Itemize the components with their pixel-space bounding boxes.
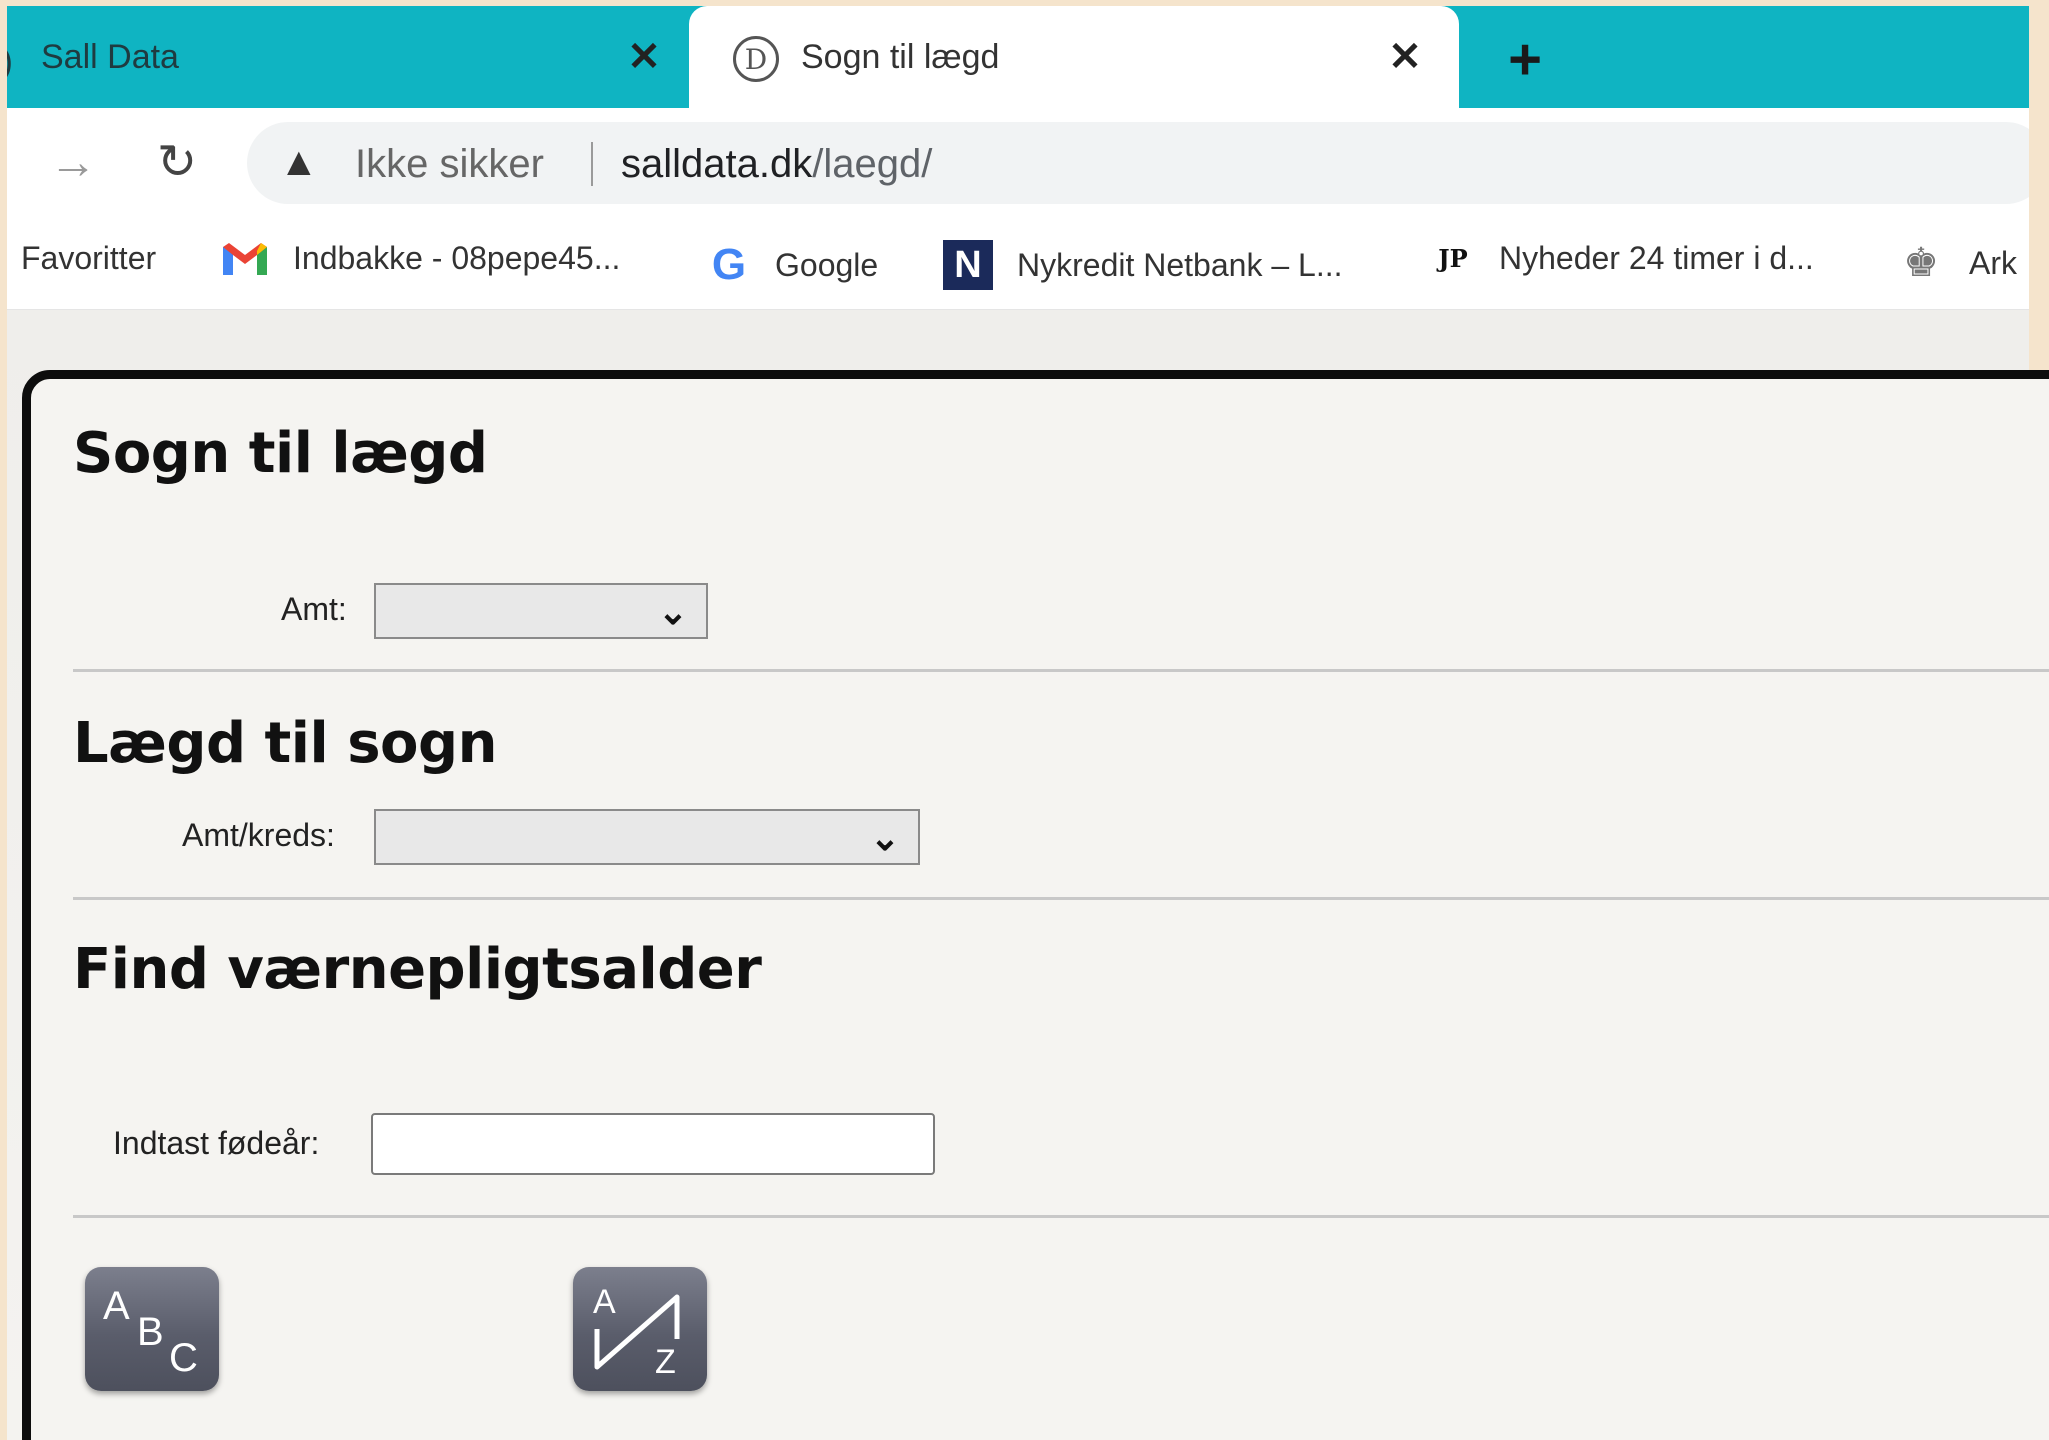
bookmark-jp[interactable]: JP Nyheder 24 timer i d... — [1431, 240, 1814, 277]
section-title-laegd-til-sogn: Lægd til sogn — [73, 711, 497, 776]
crown-icon: ♚ — [1903, 241, 1939, 285]
bookmark-label: Favoritter — [21, 240, 157, 276]
bookmark-label: Nykredit Netbank – L... — [1017, 246, 1343, 283]
chevron-down-icon: ⌄ — [869, 817, 900, 858]
birth-year-label: Indtast fødeår: — [113, 1125, 320, 1161]
section-title-vaernepligtsalder: Find værnepligtsalder — [73, 937, 762, 1002]
tab-title: Sall Data — [41, 37, 179, 76]
bookmark-label: Nyheder 24 timer i d... — [1499, 240, 1814, 276]
new-tab-plus-icon[interactable]: + — [1497, 31, 1553, 89]
jp-icon: JP — [1438, 244, 1468, 273]
tab-sogn-til-laegd[interactable]: D Sogn til lægd ✕ — [689, 6, 1459, 108]
tab-strip: ) Sall Data ✕ D Sogn til lægd ✕ + — [7, 6, 2029, 108]
divider — [591, 142, 593, 186]
reload-icon[interactable]: ↻ — [149, 134, 205, 190]
divider — [73, 669, 2049, 672]
amt-kreds-select[interactable]: ⌄ — [374, 809, 920, 865]
url-text[interactable]: salldata.dk/laegd/ — [621, 142, 932, 187]
forward-arrow-icon[interactable]: → — [45, 134, 101, 190]
amt-kreds-label: Amt/kreds: — [182, 817, 335, 853]
bookmark-google[interactable]: G Google — [707, 240, 878, 290]
bookmark-nykredit[interactable]: N Nykredit Netbank – L... — [943, 240, 1342, 290]
divider — [73, 897, 2049, 900]
nykredit-icon: N — [943, 240, 993, 290]
google-icon: G — [711, 240, 747, 289]
az-glyph: Z — [655, 1343, 676, 1381]
url-host: salldata.dk — [621, 142, 813, 186]
divider — [73, 1215, 2049, 1218]
bookmark-label: Ark — [1969, 244, 2017, 281]
abc-sort-icon: A B C — [103, 1284, 198, 1380]
abc-glyph: A — [103, 1284, 130, 1328]
bookmarks-bar: Favoritter Indbakke - 08pepe45... G Goog… — [7, 214, 2029, 310]
warning-triangle-icon[interactable]: ▲ — [279, 140, 319, 185]
amt-select[interactable]: ⌄ — [374, 583, 708, 639]
az-sort-icon: A Z — [593, 1283, 680, 1381]
tab-sall-data[interactable]: ) Sall Data ✕ — [7, 6, 687, 108]
bookmark-gmail[interactable]: Indbakke - 08pepe45... — [221, 240, 620, 277]
bookmark-label: Indbakke - 08pepe45... — [293, 240, 621, 276]
close-icon[interactable]: ✕ — [1382, 34, 1428, 80]
bookmark-label: Google — [775, 246, 879, 283]
favicon-fragment-icon: ) — [7, 40, 13, 82]
salldata-favicon-icon: D — [733, 36, 779, 82]
gmail-icon — [221, 241, 269, 277]
abc-sort-button[interactable]: A B C — [85, 1267, 219, 1391]
address-bar[interactable]: ▲ Ikke sikker salldata.dk/laegd/ — [247, 122, 2029, 204]
bookmark-favoritter[interactable]: Favoritter — [21, 240, 156, 277]
section-title-sogn-til-laegd: Sogn til lægd — [73, 421, 488, 486]
url-path: /laegd/ — [812, 142, 933, 186]
chevron-down-icon: ⌄ — [657, 591, 688, 632]
abc-glyph: C — [169, 1336, 198, 1380]
security-label[interactable]: Ikke sikker — [355, 142, 544, 187]
close-icon[interactable]: ✕ — [621, 34, 667, 80]
az-sort-button[interactable]: A Z — [573, 1267, 707, 1391]
bookmark-ark[interactable]: ♚ Ark — [1897, 240, 2017, 286]
amt-label: Amt: — [281, 591, 347, 627]
az-glyph: A — [593, 1283, 616, 1321]
content-panel: Sogn til lægd Amt: ⌄ Lægd til sogn Amt/k… — [22, 370, 2049, 1440]
abc-glyph: B — [137, 1310, 164, 1354]
toolbar: → ↻ ▲ Ikke sikker salldata.dk/laegd/ — [7, 108, 2029, 214]
tab-title: Sogn til lægd — [801, 37, 1000, 76]
birth-year-input[interactable] — [371, 1113, 935, 1175]
